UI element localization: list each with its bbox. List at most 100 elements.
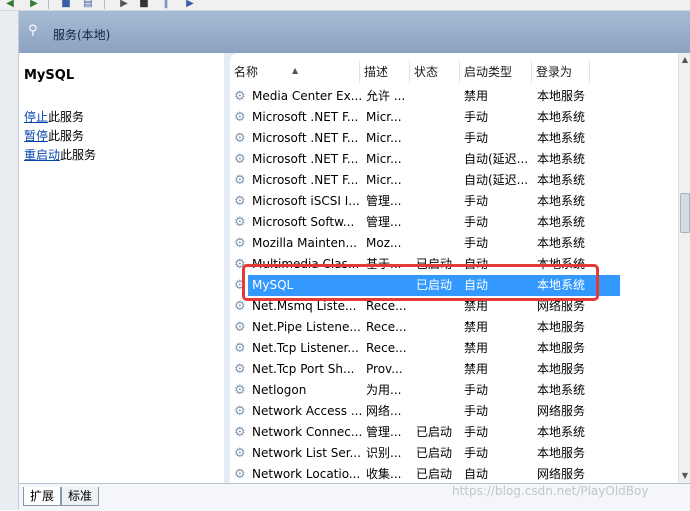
cell-desc: Prov... [366, 362, 403, 376]
service-row[interactable]: ⚙ Netlogon 为用... 手动 本地系统 [230, 380, 678, 401]
header-title: 服务(本地) [53, 28, 111, 42]
service-row[interactable]: ⚙ Microsoft .NET F... Micr... 手动 本地系统 [230, 107, 678, 128]
cell-desc: 管理... [366, 425, 402, 439]
cell-type: 禁用 [464, 320, 489, 334]
cell-name: Network Access ... [252, 404, 363, 418]
cell-desc: 管理... [366, 194, 402, 208]
cell-logon: 本地服务 [537, 320, 586, 334]
cell-name: Microsoft Softw... [252, 215, 355, 229]
cell-logon: 网络服务 [537, 467, 586, 481]
column-header-status[interactable]: 状态 [410, 61, 460, 83]
cell-logon: 本地服务 [537, 341, 586, 355]
scroll-down-icon[interactable]: ▼ [679, 469, 690, 483]
stop-service-icon[interactable]: ■ [138, 0, 150, 9]
watermark: https://blog.csdn.net/PlayOldBoy [452, 484, 649, 498]
service-gear-icon: ⚙ [234, 215, 246, 230]
description-pane: MySQL 停止此服务 暂停此服务 重启动此服务 [19, 53, 224, 483]
service-gear-icon: ⚙ [234, 299, 246, 314]
back-icon[interactable]: ◀ [4, 0, 16, 9]
cell-logon: 本地系统 [537, 236, 586, 250]
service-row[interactable]: ⚙ Microsoft .NET F... Micr... 手动 本地系统 [230, 128, 678, 149]
cell-name: Microsoft .NET F... [252, 131, 359, 145]
properties-icon[interactable]: ■ [60, 0, 72, 9]
cell-desc: 为用... [366, 383, 402, 397]
cell-logon: 本地系统 [537, 383, 586, 397]
cell-desc: 允许 ... [366, 89, 406, 103]
cell-type: 禁用 [464, 89, 489, 103]
cell-logon: 本地服务 [537, 362, 586, 376]
cell-logon: 本地系统 [537, 110, 586, 124]
service-row[interactable]: ⚙ Network List Ser... 识别... 已启动 手动 本地服务 [230, 443, 678, 464]
column-header-startup-type[interactable]: 启动类型 [460, 61, 532, 83]
service-row[interactable]: ⚙ Net.Tcp Port Sh... Prov... 禁用 本地服务 [230, 359, 678, 380]
toolbar-separator [48, 0, 49, 9]
service-row[interactable]: ⚙ Microsoft .NET F... Micr... 自动(延迟... 本地系统 [230, 149, 678, 170]
cell-type: 手动 [464, 425, 489, 439]
tab-standard[interactable]: 标准 [61, 487, 100, 506]
cell-name: Microsoft .NET F... [252, 173, 359, 187]
service-row[interactable]: ⚙ Net.Tcp Listener... Rece... 禁用 本地服务 [230, 338, 678, 359]
service-row[interactable]: ⚙ Microsoft .NET F... Micr... 自动(延迟... 本地系统 [230, 170, 678, 191]
tab-extended[interactable]: 扩展 [23, 487, 62, 506]
service-row[interactable]: ⚙ Network Locatio... 收集... 已启动 自动 网络服务 [230, 464, 678, 483]
cell-desc: 识别... [366, 446, 402, 460]
restart-service-icon[interactable]: ▶ [184, 0, 196, 9]
cell-type: 手动 [464, 110, 489, 124]
search-icon: ⚲ [28, 23, 38, 38]
cell-name: Microsoft iSCSI I... [252, 194, 360, 208]
service-gear-icon: ⚙ [234, 446, 246, 461]
action-text: 此服务 [60, 148, 97, 162]
cell-logon: 本地服务 [537, 89, 586, 103]
scroll-up-icon[interactable]: ▲ [679, 53, 690, 67]
cell-name: Network Locatio... [252, 467, 361, 481]
stop-link[interactable]: 停止 [24, 110, 48, 124]
column-header-name[interactable]: 名称 ▲ [230, 61, 360, 83]
cell-desc: Micr... [366, 110, 402, 124]
action-text: 此服务 [48, 129, 85, 143]
service-gear-icon: ⚙ [234, 362, 246, 377]
cell-logon: 网络服务 [537, 404, 586, 418]
service-row[interactable]: ⚙ Network Connec... 管理... 已启动 手动 本地系统 [230, 422, 678, 443]
pause-service-icon[interactable]: ‖ [160, 0, 172, 9]
service-gear-icon: ⚙ [234, 383, 246, 398]
service-row[interactable]: ⚙ Media Center Ex... 允许 ... 禁用 本地服务 [230, 86, 678, 107]
forward-icon[interactable]: ▶ [28, 0, 40, 9]
service-gear-icon: ⚙ [234, 152, 246, 167]
cell-logon: 本地系统 [537, 131, 586, 145]
service-gear-icon: ⚙ [234, 110, 246, 125]
action-text: 此服务 [48, 110, 85, 124]
sort-ascending-icon: ▲ [292, 66, 299, 75]
selected-service-name: MySQL [24, 68, 75, 83]
cell-desc: 收集... [366, 467, 402, 481]
scroll-thumb[interactable] [680, 193, 690, 233]
console-tree-edge [0, 11, 19, 510]
column-header-description[interactable]: 描述 [360, 61, 410, 83]
start-service-icon[interactable]: ▶ [118, 0, 130, 9]
cell-name: Microsoft .NET F... [252, 152, 359, 166]
cell-status: 已启动 [416, 467, 453, 481]
restart-link[interactable]: 重启动 [24, 148, 60, 162]
service-gear-icon: ⚙ [234, 236, 246, 251]
toolbar-separator [104, 0, 105, 9]
column-header-logon-as[interactable]: 登录为 [532, 61, 590, 83]
service-row[interactable]: ⚙ Network Access ... 网络... 手动 网络服务 [230, 401, 678, 422]
cell-name: Microsoft .NET F... [252, 110, 359, 124]
service-row[interactable]: ⚙ Microsoft iSCSI I... 管理... 手动 本地系统 [230, 191, 678, 212]
service-row[interactable]: ⚙ Net.Pipe Listene... Rece... 禁用 本地服务 [230, 317, 678, 338]
vertical-scrollbar[interactable]: ▲ ▼ [678, 53, 690, 483]
console-icon[interactable]: ▤ [82, 0, 94, 9]
service-row[interactable]: ⚙ Mozilla Mainten... Moz... 手动 本地系统 [230, 233, 678, 254]
toolbar: ◀ ▶ ■ ▤ ▶ ■ ‖ ▶ [0, 0, 690, 11]
cell-logon: 本地系统 [537, 215, 586, 229]
service-gear-icon: ⚙ [234, 173, 246, 188]
service-row[interactable]: ⚙ Microsoft Softw... 管理... 手动 本地系统 [230, 212, 678, 233]
cell-name: Netlogon [252, 383, 307, 397]
stop-service-action: 停止此服务 [24, 108, 84, 125]
cell-desc: 网络... [366, 404, 402, 418]
pause-link[interactable]: 暂停 [24, 129, 48, 143]
cell-type: 手动 [464, 131, 489, 145]
cell-desc: 管理... [366, 215, 402, 229]
cell-name: Net.Pipe Listene... [252, 320, 361, 334]
cell-type: 手动 [464, 215, 489, 229]
service-gear-icon: ⚙ [234, 194, 246, 209]
